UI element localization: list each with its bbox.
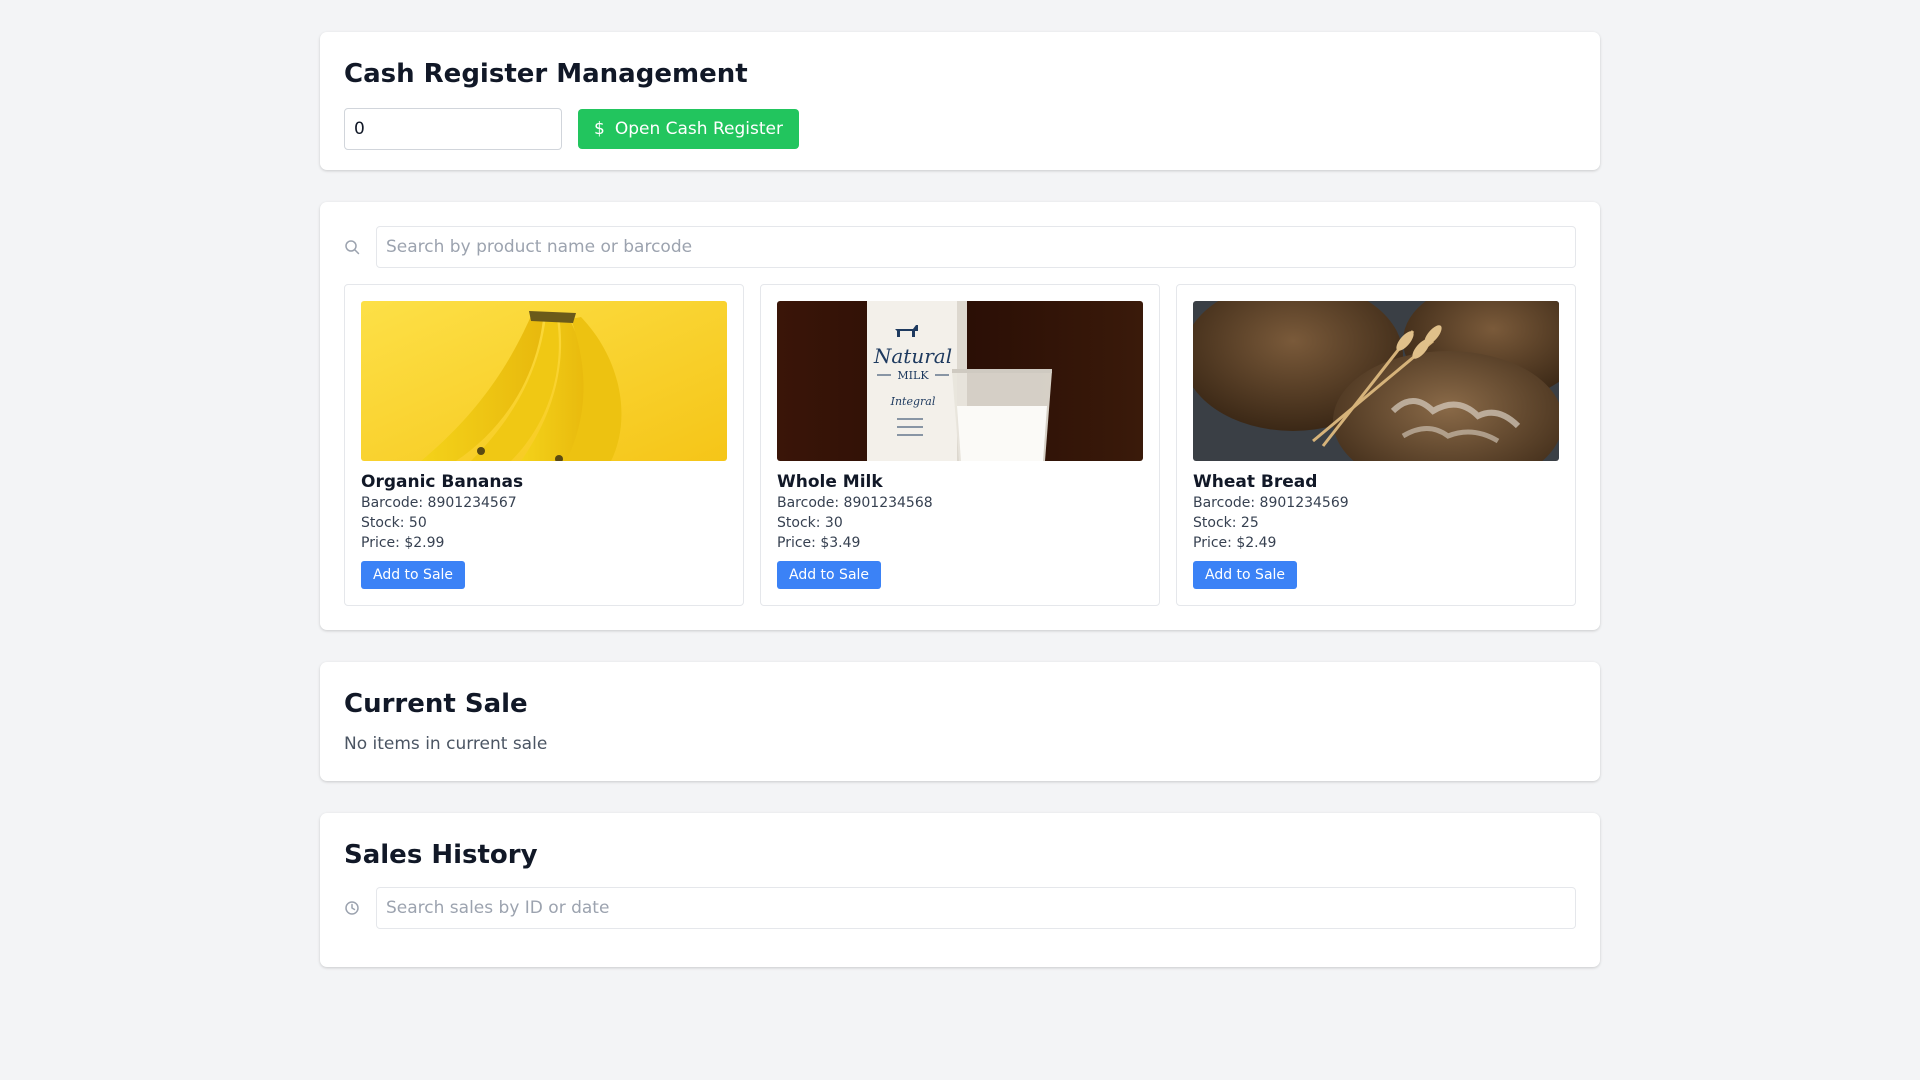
page: Cash Register Management $ Open Cash Reg… bbox=[320, 32, 1600, 967]
product-stock: Stock: 50 bbox=[361, 515, 427, 531]
current-sale-empty-text: No items in current sale bbox=[344, 734, 548, 754]
product-search-row bbox=[344, 226, 1576, 268]
sales-history-search-input[interactable] bbox=[376, 887, 1576, 929]
bananas-image bbox=[361, 301, 727, 461]
register-title: Cash Register Management bbox=[344, 59, 748, 89]
product-name: Whole Milk bbox=[777, 472, 883, 492]
dollar-icon: $ bbox=[594, 119, 605, 139]
product-card: Organic Bananas Barcode: 8901234567 Stoc… bbox=[344, 284, 744, 606]
clock-icon bbox=[344, 900, 360, 916]
product-barcode: Barcode: 8901234567 bbox=[361, 495, 517, 511]
milk-image: Natural MILK Integral bbox=[777, 301, 1143, 461]
add-to-sale-button[interactable]: Add to Sale bbox=[361, 561, 466, 589]
product-price: Price: $3.49 bbox=[777, 535, 861, 551]
search-icon bbox=[344, 239, 360, 255]
add-to-sale-button[interactable]: Add to Sale bbox=[777, 561, 882, 589]
product-name: Wheat Bread bbox=[1193, 472, 1318, 492]
opening-amount-input[interactable] bbox=[344, 108, 562, 150]
add-to-sale-button[interactable]: Add to Sale bbox=[1193, 561, 1298, 589]
product-price: Price: $2.49 bbox=[1193, 535, 1277, 551]
product-card: Wheat Bread Barcode: 8901234569 Stock: 2… bbox=[1176, 284, 1576, 606]
milk-image-text: Natural bbox=[873, 344, 952, 368]
product-price: Price: $2.99 bbox=[361, 535, 445, 551]
product-search-input[interactable] bbox=[376, 226, 1576, 268]
register-card: Cash Register Management $ Open Cash Reg… bbox=[320, 32, 1600, 170]
product-stock: Stock: 25 bbox=[1193, 515, 1259, 531]
open-cash-register-button[interactable]: $ Open Cash Register bbox=[578, 109, 799, 149]
product-barcode: Barcode: 8901234568 bbox=[777, 495, 933, 511]
register-controls: $ Open Cash Register bbox=[344, 108, 1576, 150]
catalog-card: Organic Bananas Barcode: 8901234567 Stoc… bbox=[320, 202, 1600, 630]
product-card: Natural MILK Integral Whole Milk Barcode… bbox=[760, 284, 1160, 606]
history-search-row bbox=[344, 887, 1576, 929]
current-sale-title: Current Sale bbox=[344, 689, 528, 719]
sales-history-title: Sales History bbox=[344, 840, 538, 870]
milk-image-text: MILK bbox=[897, 369, 929, 382]
sales-history-card: Sales History bbox=[320, 813, 1600, 967]
open-cash-register-label: Open Cash Register bbox=[614, 119, 783, 139]
product-barcode: Barcode: 8901234569 bbox=[1193, 495, 1349, 511]
product-stock: Stock: 30 bbox=[777, 515, 843, 531]
milk-image-text: Integral bbox=[890, 395, 936, 408]
product-grid: Organic Bananas Barcode: 8901234567 Stoc… bbox=[344, 284, 1576, 606]
current-sale-card: Current Sale No items in current sale bbox=[320, 662, 1600, 781]
product-name: Organic Bananas bbox=[361, 472, 524, 492]
bread-image bbox=[1193, 301, 1559, 461]
